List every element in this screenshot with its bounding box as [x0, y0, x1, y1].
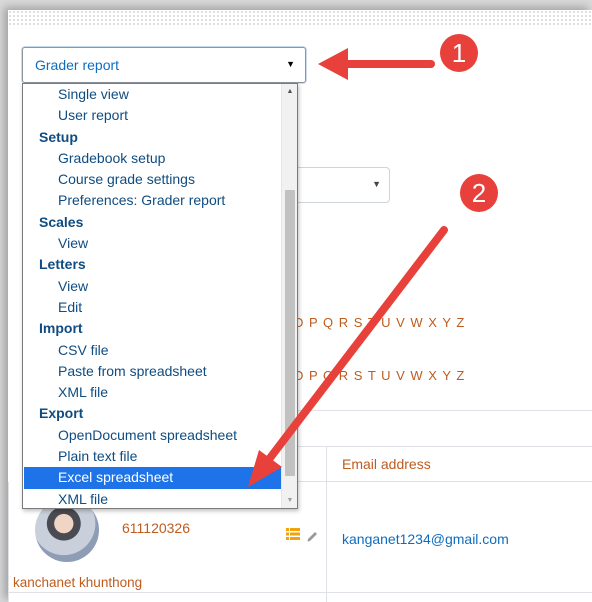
page-frame: ▼ D P Q R S T U V W X Y Z D P Q R S T U … [8, 10, 592, 602]
initials-filter-lastname[interactable]: D P Q R S T U V W X Y Z [294, 368, 465, 383]
scroll-down-arrow-icon[interactable]: ▼ [282, 497, 297, 504]
dropdown-option-single-view[interactable]: Single view [24, 84, 282, 105]
dropdown-group-import: Import [39, 320, 83, 337]
dropdown-group-export: Export [39, 405, 84, 422]
student-name-link[interactable]: kanchanet khunthong [13, 575, 142, 590]
divider [278, 410, 592, 411]
column-header-email[interactable]: Email address [342, 456, 431, 472]
chevron-down-icon: ▼ [286, 59, 295, 69]
dropdown-group-letters: Letters [39, 256, 86, 273]
dotted-border [8, 10, 592, 26]
table-row-border [8, 592, 592, 593]
dropdown-option-xml-file[interactable]: XML file [24, 489, 282, 508]
chevron-down-icon: ▼ [372, 179, 381, 189]
scroll-up-arrow-icon[interactable]: ▲ [282, 88, 297, 95]
column-divider [326, 446, 327, 602]
report-select[interactable]: Grader report ▼ [22, 47, 306, 83]
table-left-border [8, 482, 9, 602]
email-cell: kanganet1234@gmail.com [342, 531, 509, 547]
dropdown-option-edit[interactable]: Edit [24, 297, 282, 318]
dropdown-group-scales: Scales [39, 213, 84, 230]
dropdown-option-plain-text-file[interactable]: Plain text file [24, 446, 282, 467]
initials-filter-firstname[interactable]: D P Q R S T U V W X Y Z [294, 315, 465, 330]
dropdown-option-user-report[interactable]: User report [24, 105, 282, 126]
scrollbar[interactable]: ▲ ▼ [281, 84, 297, 508]
dropdown-options: Single view User report Setup Gradebook set… [24, 84, 282, 508]
dropdown-option-csv-file[interactable]: CSV file [24, 340, 282, 361]
student-id-link[interactable]: 611120326 [122, 520, 190, 536]
report-dropdown-list[interactable]: Single view User report Setup Gradebook set… [22, 83, 298, 509]
dropdown-option-opendocument-spreadsheet[interactable]: OpenDocument spreadsheet [24, 425, 282, 446]
report-select-value: Grader report [35, 57, 120, 73]
dropdown-option-excel-spreadsheet[interactable]: Excel spreadsheet [24, 467, 282, 489]
dropdown-option-view[interactable]: View [24, 276, 282, 297]
list-icon[interactable] [286, 528, 300, 540]
dropdown-option-gradebook-setup[interactable]: Gradebook setup [24, 148, 282, 169]
dropdown-option-course-grade-settings[interactable]: Course grade settings [24, 169, 282, 190]
scroll-thumb[interactable] [285, 190, 295, 476]
dropdown-group-setup: Setup [39, 128, 78, 145]
pencil-icon[interactable] [306, 528, 319, 542]
dropdown-option-preferences-grader-report[interactable]: Preferences: Grader report [24, 190, 282, 211]
dropdown-option-xml-file[interactable]: XML file [24, 382, 282, 403]
dropdown-option-view[interactable]: View [24, 233, 282, 254]
dropdown-option-paste-from-spreadsheet[interactable]: Paste from spreadsheet [24, 361, 282, 382]
